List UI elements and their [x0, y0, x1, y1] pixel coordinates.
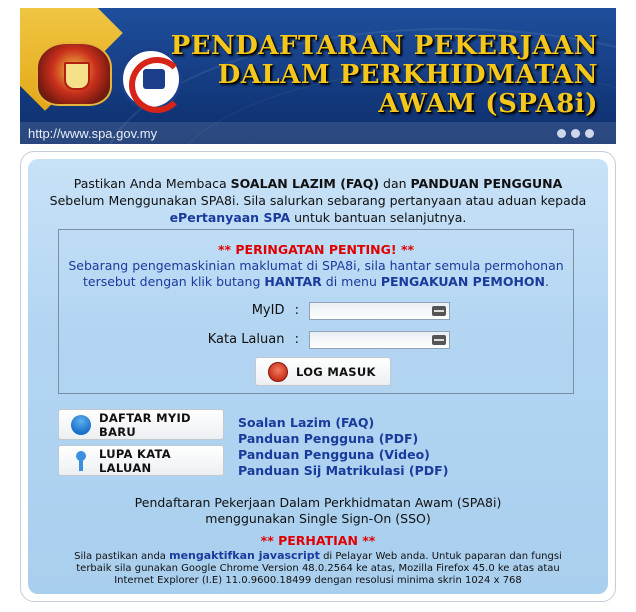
warning-text: Sebarang pengemaskinian maklumat di SPA8…: [59, 258, 573, 290]
header-banner: PENDAFTARAN PEKERJAAN DALAM PERKHIDMATAN…: [20, 8, 616, 144]
sso-text: Pendaftaran Pekerjaan Dalam Perkhidmatan…: [28, 495, 608, 527]
lock-icon: [268, 361, 288, 382]
attention-title: ** PERHATIAN **: [260, 533, 376, 548]
login-panel-body: Pastikan Anda Membaca SOALAN LAZIM (FAQ)…: [28, 159, 608, 594]
sso-line: menggunakan Single Sign-On (SSO): [205, 511, 431, 526]
banner-dots: [557, 129, 594, 138]
warning-text-part: di menu: [321, 274, 381, 289]
title-line: PENDAFTARAN PEKERJAAN: [170, 31, 598, 61]
myid-input[interactable]: [309, 302, 450, 320]
attention-text-part: di Pelayar Web anda. Untuk paparan dan f…: [319, 551, 562, 562]
login-button-label: LOG MASUK: [296, 364, 376, 379]
forgot-password-button[interactable]: LUPA KATA LALUAN: [58, 445, 224, 476]
title-line: AWAM (SPA8i): [378, 89, 598, 119]
dot-icon: [557, 129, 566, 138]
register-myid-button[interactable]: DAFTAR MYID BARU: [58, 409, 224, 440]
warning-line: tersebut dengan klik butang HANTAR di me…: [59, 274, 573, 290]
label-colon: :: [294, 303, 299, 318]
intro-line: ePertanyaan SPA untuk bantuan selanjutny…: [28, 209, 608, 226]
dot-icon: [571, 129, 580, 138]
warning-text-part: tersebut dengan klik butang: [83, 274, 265, 289]
warning-title: ** PERINGATAN PENTING! **: [217, 242, 415, 257]
login-button[interactable]: LOG MASUK: [255, 357, 391, 386]
site-url: http://www.spa.gov.my: [28, 126, 158, 141]
intro-line: Sebelum Menggunakan SPA8i. Sila salurkan…: [49, 193, 587, 208]
warning-text-part: .: [545, 274, 549, 289]
password-input[interactable]: [309, 331, 450, 349]
epertanyaan-link[interactable]: ePertanyaan SPA: [170, 210, 291, 225]
page-title: PENDAFTARAN PEKERJAAN DALAM PERKHIDMATAN…: [168, 32, 598, 119]
dot-icon: [585, 129, 594, 138]
virtual-keyboard-icon[interactable]: [432, 306, 446, 316]
faq-emphasis: SOALAN LAZIM (FAQ): [230, 176, 380, 191]
warning-line: Sebarang pengemaskinian maklumat di SPA8…: [68, 258, 564, 273]
user-guide-video-link[interactable]: Panduan Pengguna (Video): [238, 447, 448, 463]
myid-label-text: MyID: [251, 303, 285, 318]
register-button-label: DAFTAR MYID BARU: [99, 410, 191, 439]
javascript-emphasis: mengaktifkan javascript: [169, 549, 320, 562]
user-guide-pdf-link[interactable]: Panduan Pengguna (PDF): [238, 431, 448, 447]
attention-text: Sila pastikan anda mengaktifkan javascri…: [28, 550, 608, 587]
attention-line: Internet Explorer (I.E) 11.0.9600.18499 …: [114, 575, 522, 586]
add-user-icon: [71, 414, 91, 435]
login-panel: Pastikan Anda Membaca SOALAN LAZIM (FAQ)…: [20, 151, 616, 602]
matriculation-guide-link[interactable]: Panduan Sij Matrikulasi (PDF): [238, 463, 448, 479]
password-label: Kata Laluan :: [179, 332, 299, 347]
intro-text-part: dan: [379, 176, 411, 191]
virtual-keyboard-icon[interactable]: [432, 335, 446, 345]
pengakuan-emphasis: PENGAKUAN PEMOHON: [380, 274, 545, 289]
intro-text: Pastikan Anda Membaca SOALAN LAZIM (FAQ)…: [28, 175, 608, 226]
intro-text-part: Pastikan Anda Membaca: [73, 176, 231, 191]
login-box: ** PERINGATAN PENTING! ** Sebarang penge…: [58, 229, 574, 394]
key-icon: [71, 450, 91, 471]
hantar-emphasis: HANTAR: [264, 274, 322, 289]
forgot-button-label: LUPA KATA LALUAN: [99, 446, 172, 475]
password-label-text: Kata Laluan: [207, 332, 285, 347]
title-line: DALAM PERKHIDMATAN: [217, 60, 598, 90]
guide-emphasis: PANDUAN PENGGUNA: [410, 176, 563, 191]
help-links: Soalan Lazim (FAQ) Panduan Pengguna (PDF…: [238, 415, 448, 479]
intro-text-part: untuk bantuan selanjutnya.: [290, 210, 467, 225]
attention-text-part: Sila pastikan anda: [74, 551, 170, 562]
intro-line: Pastikan Anda Membaca SOALAN LAZIM (FAQ)…: [28, 175, 608, 192]
sso-line: Pendaftaran Pekerjaan Dalam Perkhidmatan…: [134, 495, 502, 510]
attention-line: Sila pastikan anda mengaktifkan javascri…: [28, 550, 608, 563]
attention-line: terbaik sila gunakan Google Chrome Versi…: [76, 563, 560, 574]
faq-link[interactable]: Soalan Lazim (FAQ): [238, 415, 448, 431]
malaysia-crest-icon: [36, 42, 112, 106]
label-colon: :: [294, 332, 299, 347]
myid-label: MyID :: [179, 303, 299, 318]
